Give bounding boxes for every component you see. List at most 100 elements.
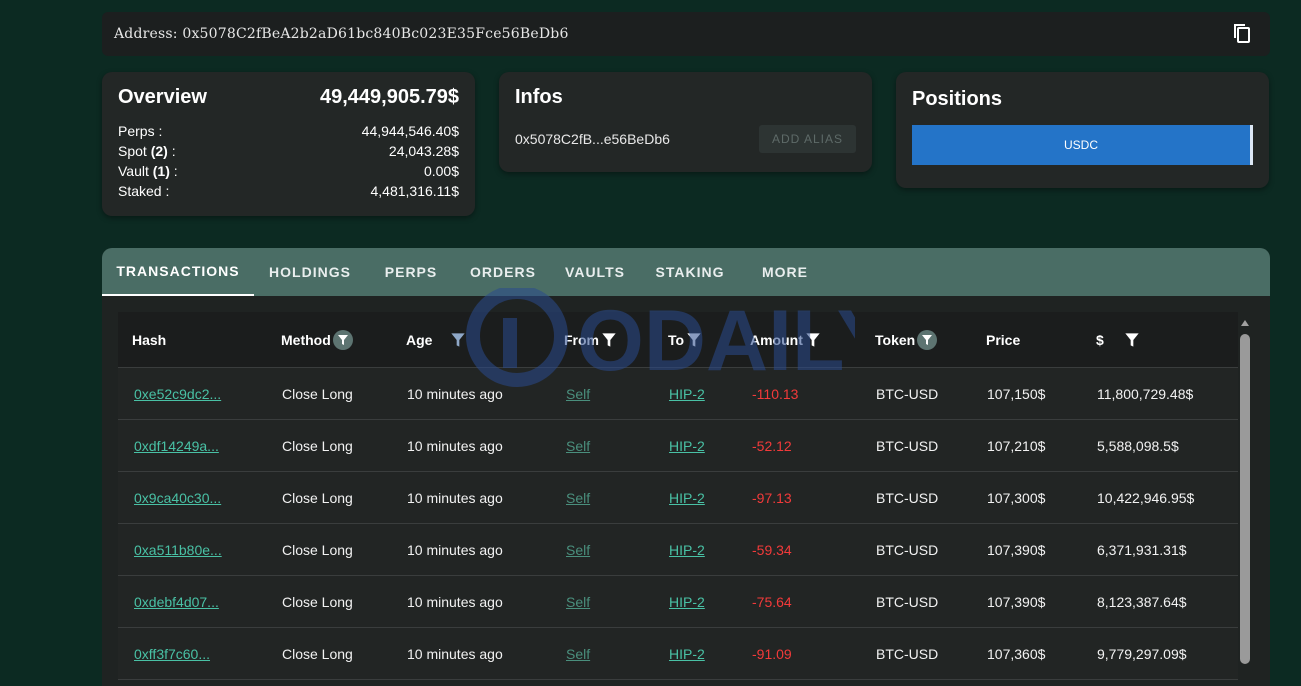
col-from: From	[564, 332, 617, 348]
table-scrollbar[interactable]	[1240, 320, 1250, 686]
from-link[interactable]: Self	[566, 490, 590, 506]
age-cell: 10 minutes ago	[407, 385, 503, 402]
amount-cell: -59.34	[752, 541, 792, 558]
filter-icon[interactable]	[601, 332, 617, 348]
col-hash: Hash	[132, 331, 167, 348]
token-cell: BTC-USD	[876, 541, 939, 558]
scroll-up-arrow-icon[interactable]	[1241, 320, 1249, 326]
copy-icon[interactable]	[1230, 22, 1254, 46]
to-link[interactable]: HIP-2	[669, 490, 705, 506]
token-cell: BTC-USD	[876, 593, 939, 610]
hash-link[interactable]: 0x9ca40c30...	[134, 490, 221, 506]
usd-cell: 9,779,297.09$	[1097, 645, 1187, 662]
table-row: 0xa511b80e... Close Long 10 minutes ago …	[118, 524, 1238, 576]
amount-cell: -52.12	[752, 437, 792, 454]
scrollbar-thumb[interactable]	[1240, 334, 1250, 664]
overview-row-value: 4,481,316.11$	[370, 183, 460, 199]
from-link[interactable]: Self	[566, 594, 590, 610]
overview-row-perps: Perps : 44,944,546.40$	[118, 121, 459, 141]
hash-link[interactable]: 0xa511b80e...	[134, 542, 222, 558]
address-text: Address: 0x5078C2fBeA2b2aD61bc840Bc023E3…	[114, 26, 569, 42]
method-cell: Close Long	[282, 385, 353, 402]
col-amount: Amount	[750, 332, 821, 348]
infos-title: Infos	[515, 86, 563, 108]
short-address: 0x5078C2fB...e56BeDb6	[515, 131, 670, 147]
method-cell: Close Long	[282, 489, 353, 506]
token-cell: BTC-USD	[876, 437, 939, 454]
to-link[interactable]: HIP-2	[669, 438, 705, 454]
overview-card: Overview 49,449,905.79$ Perps : 44,944,5…	[102, 72, 475, 216]
method-cell: Close Long	[282, 593, 353, 610]
positions-bar-label: USDC	[1063, 138, 1098, 152]
tab-bar: TRANSACTIONS HOLDINGS PERPS ORDERS VAULT…	[102, 248, 1270, 296]
usd-cell: 11,800,729.48$	[1097, 385, 1194, 402]
age-cell: 10 minutes ago	[407, 437, 503, 454]
from-link[interactable]: Self	[566, 646, 590, 662]
usd-cell: 10,422,946.95$	[1097, 489, 1195, 506]
table-row: 0xdebf4d07... Close Long 10 minutes ago …	[118, 576, 1238, 628]
positions-title: Positions	[912, 88, 1003, 110]
overview-row-value: 44,944,546.40$	[361, 123, 459, 139]
table-row: 0xe52c9dc2... Close Long 10 minutes ago …	[118, 368, 1238, 420]
method-cell: Close Long	[282, 645, 353, 662]
col-usd: $	[1096, 332, 1140, 348]
tab-orders[interactable]: ORDERS	[456, 248, 550, 296]
price-cell: 107,360$	[987, 645, 1046, 662]
token-cell: BTC-USD	[876, 385, 939, 402]
amount-cell: -97.13	[752, 489, 792, 506]
to-link[interactable]: HIP-2	[669, 646, 705, 662]
from-link[interactable]: Self	[566, 386, 590, 402]
token-cell: BTC-USD	[876, 645, 939, 662]
to-link[interactable]: HIP-2	[669, 386, 705, 402]
tab-staking[interactable]: STAKING	[640, 248, 740, 296]
positions-bar-usdc[interactable]: USDC	[912, 125, 1253, 165]
hash-link[interactable]: 0xdebf4d07...	[134, 594, 219, 610]
transactions-panel: TRANSACTIONS HOLDINGS PERPS ORDERS VAULT…	[102, 248, 1270, 686]
amount-cell: -75.64	[752, 593, 792, 610]
hash-link[interactable]: 0xdf14249a...	[134, 438, 219, 454]
filter-icon[interactable]	[917, 329, 938, 350]
from-link[interactable]: Self	[566, 438, 590, 454]
overview-row-label: Vault (1) :	[118, 163, 178, 179]
overview-row-staked: Staked : 4,481,316.11$	[118, 181, 459, 201]
method-cell: Close Long	[282, 541, 353, 558]
overview-title: Overview	[118, 86, 207, 108]
tab-vaults[interactable]: VAULTS	[550, 248, 640, 296]
token-cell: BTC-USD	[876, 489, 939, 506]
tab-holdings[interactable]: HOLDINGS	[254, 248, 366, 296]
hash-link[interactable]: 0xe52c9dc2...	[134, 386, 221, 402]
col-age: Age	[406, 332, 466, 348]
transactions-table: Hash Method Age From To Amount Token Pri…	[118, 312, 1238, 680]
tab-transactions[interactable]: TRANSACTIONS	[102, 248, 254, 296]
overview-row-spot: Spot (2) : 24,043.28$	[118, 141, 459, 161]
tab-perps[interactable]: PERPS	[366, 248, 456, 296]
tab-more[interactable]: MORE	[740, 248, 830, 296]
col-to: To	[668, 332, 702, 348]
hash-link[interactable]: 0xff3f7c60...	[134, 646, 210, 662]
filter-icon[interactable]	[805, 332, 821, 348]
age-cell: 10 minutes ago	[407, 645, 503, 662]
overview-row-vault: Vault (1) : 0.00$	[118, 161, 459, 181]
price-cell: 107,390$	[987, 593, 1046, 610]
amount-cell: -110.13	[752, 385, 799, 402]
usd-cell: 5,588,098.5$	[1097, 437, 1179, 454]
positions-card: Positions USDC	[896, 72, 1269, 188]
to-link[interactable]: HIP-2	[669, 542, 705, 558]
add-alias-button[interactable]: ADD ALIAS	[758, 125, 856, 153]
usd-cell: 8,123,387.64$	[1097, 593, 1187, 610]
address-bar: Address: 0x5078C2fBeA2b2aD61bc840Bc023E3…	[102, 12, 1270, 56]
price-cell: 107,390$	[987, 541, 1046, 558]
filter-icon[interactable]	[332, 329, 353, 350]
table-row: 0x9ca40c30... Close Long 10 minutes ago …	[118, 472, 1238, 524]
from-link[interactable]: Self	[566, 542, 590, 558]
filter-icon[interactable]	[450, 332, 466, 348]
filter-icon[interactable]	[686, 332, 702, 348]
to-link[interactable]: HIP-2	[669, 594, 705, 610]
method-cell: Close Long	[282, 437, 353, 454]
age-cell: 10 minutes ago	[407, 593, 503, 610]
filter-icon[interactable]	[1124, 332, 1140, 348]
usd-cell: 6,371,931.31$	[1097, 541, 1187, 558]
col-method: Method	[281, 329, 353, 350]
overview-row-label: Staked :	[118, 183, 170, 199]
col-token: Token	[875, 329, 938, 350]
